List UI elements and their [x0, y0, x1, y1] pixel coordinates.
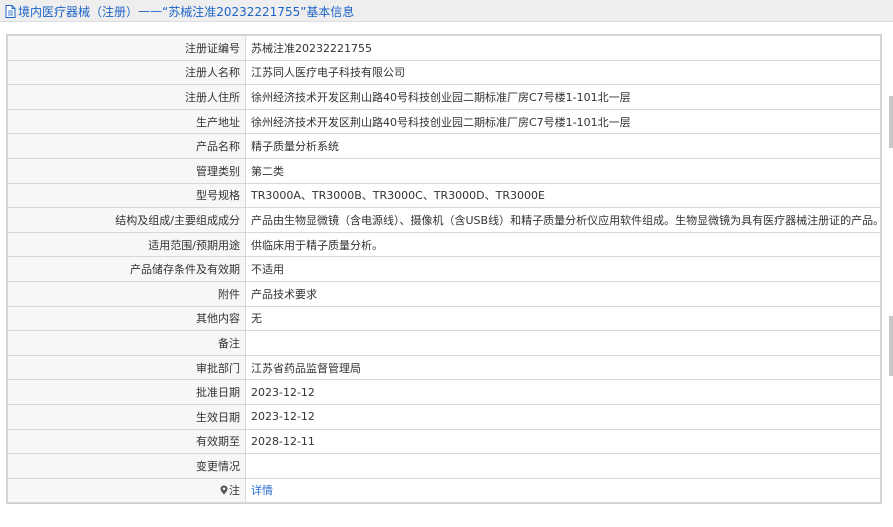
table-row: 型号规格 TR3000A、TR3000B、TR3000C、TR3000D、TR30… — [7, 182, 881, 209]
table-row: 变更情况 — [7, 453, 881, 479]
note-row: 注详情 — [7, 477, 881, 504]
field-label: 备注 — [7, 330, 246, 356]
category-link[interactable]: 境内医疗器械（注册） — [18, 3, 138, 20]
pin-icon — [220, 485, 228, 495]
table-row: 结构及组成/主要组成成分 产品由生物显微镜（含电源线）、摄像机（含USB线）和精子… — [7, 207, 881, 233]
field-label: 批准日期 — [7, 379, 246, 405]
field-value: 产品由生物显微镜（含电源线）、摄像机（含USB线）和精子质量分析仪应用软件组成。… — [245, 207, 881, 233]
table-row: 审批部门 江苏省药品监督管理局 — [7, 354, 881, 381]
table-row: 生产地址 徐州经济技术开发区荆山路40号科技创业园二期标准厂房C7号楼1-101北… — [7, 108, 881, 135]
field-label: 注册证编号 — [7, 35, 246, 61]
note-value-cell: 详情 — [245, 477, 881, 504]
field-value — [245, 330, 881, 356]
scrollbar-thumb-bottom[interactable] — [889, 316, 893, 376]
table-row: 产品储存条件及有效期 不适用 — [7, 256, 881, 282]
table-row: 附件 产品技术要求 — [7, 280, 881, 307]
table-row: 注册人名称 江苏同人医疗电子科技有限公司 — [7, 59, 881, 86]
note-label-cell: 注 — [7, 477, 246, 504]
field-label: 生产地址 — [7, 108, 246, 135]
field-label: 审批部门 — [7, 354, 246, 381]
field-value: 不适用 — [245, 256, 881, 282]
field-label: 其他内容 — [7, 305, 246, 332]
field-value: 供临床用于精子质量分析。 — [245, 231, 881, 258]
field-label: 生效日期 — [7, 403, 246, 430]
table-row: 适用范围/预期用途 供临床用于精子质量分析。 — [7, 231, 881, 258]
field-label: 型号规格 — [7, 182, 246, 209]
header-title-bar: 境内医疗器械（注册） —— “苏械注准20232221755”基本信息 — [5, 3, 354, 19]
field-value: 江苏同人医疗电子科技有限公司 — [245, 59, 881, 86]
document-icon — [5, 4, 16, 18]
field-label: 有效期至 — [7, 428, 246, 455]
table-row: 备注 — [7, 330, 881, 356]
field-value: 2023-12-12 — [245, 403, 881, 430]
field-label: 变更情况 — [7, 453, 246, 479]
field-value: 2028-12-11 — [245, 428, 881, 455]
field-label: 附件 — [7, 280, 246, 307]
field-value: 徐州经济技术开发区荆山路40号科技创业园二期标准厂房C7号楼1-101北一层 — [245, 108, 881, 135]
header-separator: —— — [138, 4, 163, 18]
field-value — [245, 453, 881, 479]
scrollbar-thumb-top[interactable] — [889, 96, 893, 148]
field-label: 产品储存条件及有效期 — [7, 256, 246, 282]
field-value: TR3000A、TR3000B、TR3000C、TR3000D、TR3000E — [245, 182, 881, 209]
field-value: 江苏省药品监督管理局 — [245, 354, 881, 381]
table-row: 管理类别 第二类 — [7, 157, 881, 184]
field-value: 精子质量分析系统 — [245, 133, 881, 159]
field-value: 产品技术要求 — [245, 280, 881, 307]
table-row: 其他内容无 — [7, 305, 881, 332]
table-row: 注册证编号 苏械注准20232221755 — [7, 35, 881, 61]
table-row: 注册人住所 徐州经济技术开发区荆山路40号科技创业园二期标准厂房C7号楼1-101… — [7, 84, 881, 110]
field-label: 管理类别 — [7, 157, 246, 184]
table-row: 有效期至 2028-12-11 — [7, 428, 881, 455]
field-label: 适用范围/预期用途 — [7, 231, 246, 258]
field-value: 第二类 — [245, 157, 881, 184]
details-link[interactable]: 详情 — [251, 484, 273, 497]
note-label: 注 — [229, 484, 240, 498]
table-row: 生效日期 2023-12-12 — [7, 403, 881, 430]
field-label: 产品名称 — [7, 133, 246, 159]
info-table: 注册证编号 苏械注准20232221755 注册人名称 江苏同人医疗电子科技有限公司注… — [7, 35, 881, 504]
page-header: 境内医疗器械（注册） —— “苏械注准20232221755”基本信息 — [0, 0, 893, 22]
field-label: 结构及组成/主要组成成分 — [7, 207, 246, 233]
table-row: 产品名称 精子质量分析系统 — [7, 133, 881, 159]
field-label: 注册人名称 — [7, 59, 246, 86]
table-row: 批准日期 2023-12-12 — [7, 379, 881, 405]
field-value: 2023-12-12 — [245, 379, 881, 405]
info-table-container: 注册证编号 苏械注准20232221755 注册人名称 江苏同人医疗电子科技有限公司注… — [6, 34, 882, 505]
field-value: 苏械注准20232221755 — [245, 35, 881, 61]
field-value: 徐州经济技术开发区荆山路40号科技创业园二期标准厂房C7号楼1-101北一层 — [245, 84, 881, 110]
field-value: 无 — [245, 305, 881, 332]
field-label: 注册人住所 — [7, 84, 246, 110]
page-title: “苏械注准20232221755”基本信息 — [162, 4, 355, 19]
